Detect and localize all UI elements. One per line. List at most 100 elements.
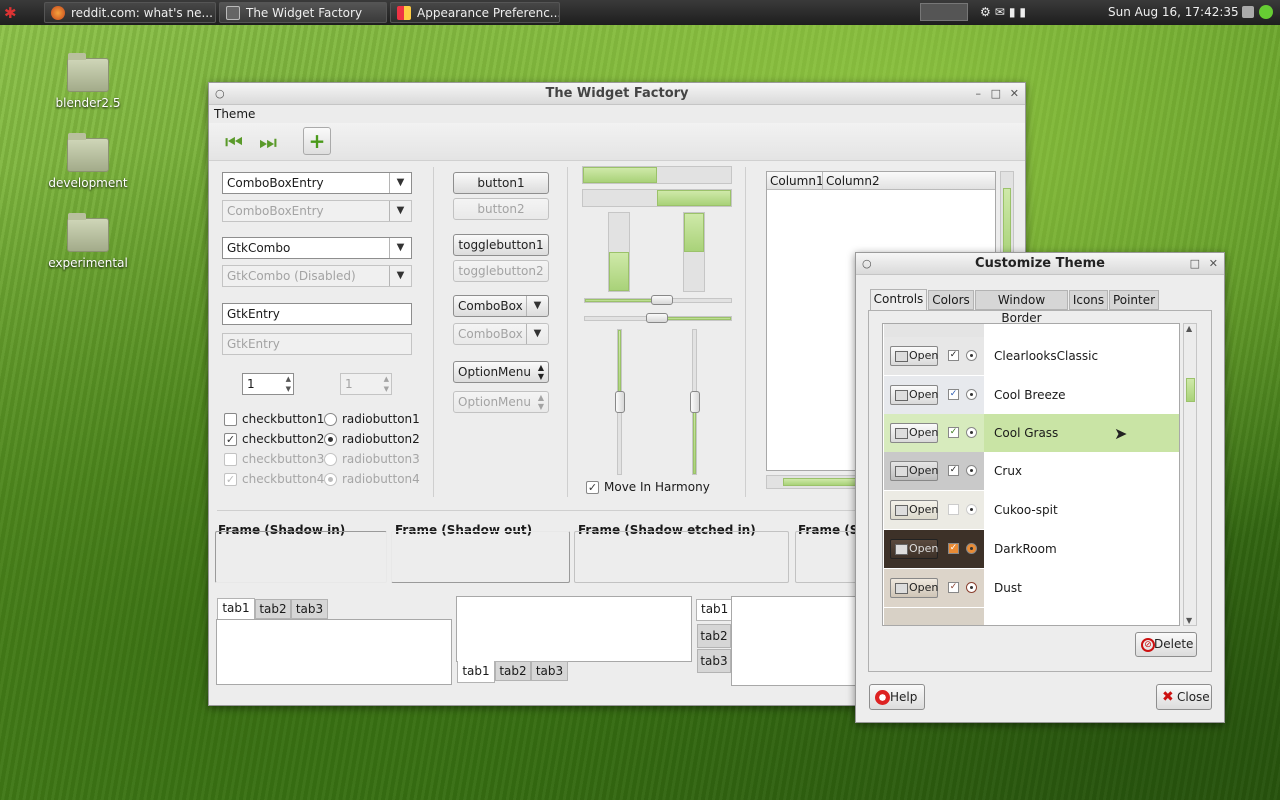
combobox[interactable]: ComboBox ▼ <box>453 295 549 317</box>
window-menu-icon[interactable]: ○ <box>215 83 225 105</box>
delete-button[interactable]: ⊘ Delete <box>1135 632 1197 657</box>
theme-row-crux[interactable]: Open ✓ Crux <box>884 452 1179 490</box>
scroll-up-icon[interactable]: ▲ <box>1186 324 1192 333</box>
tab-colors[interactable]: Colors <box>928 290 974 310</box>
folder-icon <box>67 213 109 252</box>
notebook1-tab2[interactable]: tab2 <box>255 599 291 619</box>
radiobutton2[interactable] <box>324 433 337 446</box>
theme-row-partial <box>884 608 1179 625</box>
gtkentry[interactable]: GtkEntry <box>222 303 412 325</box>
separator <box>433 167 434 497</box>
chevron-down-icon: ▼ <box>389 266 411 286</box>
scroll-down-icon[interactable]: ▼ <box>1186 616 1192 625</box>
optionmenu-disabled: OptionMenu ▲ ▼ <box>453 391 549 413</box>
workspace-switcher[interactable] <box>920 3 968 21</box>
notebook1-tab1[interactable]: tab1 <box>217 598 255 620</box>
checkbutton1[interactable] <box>224 413 237 426</box>
notebook3-tab2[interactable]: tab2 <box>697 624 731 648</box>
tab-pointer[interactable]: Pointer <box>1109 290 1159 310</box>
theme-row-cool-breeze[interactable]: Open ✓ Cool Breeze <box>884 376 1179 414</box>
tab-window-border[interactable]: Window Border <box>975 290 1068 325</box>
notebook1-page <box>216 619 452 685</box>
add-icon[interactable]: + <box>303 127 331 155</box>
close-button[interactable]: ✖ Close <box>1156 684 1212 710</box>
updown-icon[interactable]: ▲ ▼ <box>538 363 544 381</box>
menu-theme[interactable]: Theme <box>214 107 255 121</box>
combobox-disabled: ComboBox ▼ <box>453 323 549 345</box>
app-menu-icon[interactable]: ✱ <box>4 4 17 22</box>
chevron-down-icon[interactable]: ▼ <box>389 173 411 193</box>
tab-controls[interactable]: Controls <box>870 289 927 311</box>
column1-header[interactable]: Column1 <box>770 174 824 188</box>
comboboxentry[interactable]: ComboBoxEntry ▼ <box>222 172 412 194</box>
window-title: Customize Theme <box>975 256 1105 271</box>
column2-header[interactable]: Column2 <box>826 174 880 188</box>
hscale-2-handle[interactable] <box>646 313 668 323</box>
desktop-icon-experimental[interactable]: experimental <box>48 213 128 270</box>
window-icon <box>226 5 240 20</box>
hscale-1-handle[interactable] <box>651 295 673 305</box>
top-panel: ✱ reddit.com: what's ne... The Widget Fa… <box>0 0 1280 25</box>
hscale-fill <box>585 299 659 302</box>
go-first-icon[interactable]: ⏮ <box>225 132 243 152</box>
desktop-icon-development[interactable]: development <box>48 133 128 190</box>
notebook3-tab3[interactable]: tab3 <box>697 649 731 673</box>
updown-icon: ▲ ▼ <box>537 393 544 411</box>
spinbutton[interactable]: 1 ▲ ▼ <box>242 373 294 395</box>
status-icon[interactable] <box>1259 5 1273 19</box>
optionmenu[interactable]: OptionMenu ▲ ▼ <box>453 361 549 383</box>
treeview-header: Column1 Column2 <box>767 172 995 190</box>
progressbar-vertical-1 <box>608 212 630 292</box>
notebook3-tab1[interactable]: tab1 <box>696 599 732 621</box>
radiobutton1[interactable] <box>324 413 337 426</box>
checkbutton3 <box>224 453 237 466</box>
theme-row-clearlooksclassic[interactable]: Open ✓ ClearlooksClassic <box>884 337 1179 375</box>
theme-row-darkroom[interactable]: Open ✓ DarkRoom <box>884 530 1179 568</box>
help-button[interactable]: Help <box>869 684 925 710</box>
minimize-icon[interactable]: – <box>976 83 982 105</box>
theme-row-cukoo-spit[interactable]: Open Cukoo-spit <box>884 491 1179 529</box>
progressbar-vertical-2 <box>683 212 705 292</box>
scrollbar-thumb[interactable] <box>1003 188 1011 258</box>
scrollbar-thumb[interactable] <box>1186 378 1195 402</box>
close-icon[interactable]: ✕ <box>1209 253 1218 275</box>
maximize-icon[interactable]: □ <box>1190 253 1200 275</box>
task-widget-factory[interactable]: The Widget Factory <box>219 2 387 23</box>
task-appearance[interactable]: Appearance Preferenc... <box>390 2 560 23</box>
togglebutton1[interactable]: togglebutton1 <box>453 234 549 256</box>
chevron-down-icon[interactable]: ▼ <box>526 296 548 316</box>
radiobutton3-label: radiobutton3 <box>342 452 420 466</box>
desktop-icon-blender[interactable]: blender2.5 <box>48 53 128 110</box>
progress-fill <box>684 213 704 252</box>
maximize-icon[interactable]: □ <box>991 83 1001 105</box>
clock[interactable]: Sun Aug 16, 17:42:35 <box>1108 5 1239 19</box>
scrollbar-thumb[interactable] <box>783 478 863 486</box>
tab-icons[interactable]: Icons <box>1069 290 1108 310</box>
chevron-down-icon[interactable]: ▼ <box>389 238 411 258</box>
notebook1-tab3[interactable]: tab3 <box>291 599 328 619</box>
move-in-harmony-checkbox[interactable]: ✓ <box>586 481 599 494</box>
close-icon[interactable]: ✕ <box>1010 83 1019 105</box>
task-firefox[interactable]: reddit.com: what's ne... <box>44 2 216 23</box>
theme-list-scrollbar[interactable]: ▲ ▼ <box>1183 323 1197 626</box>
spin-arrows-icon: ▲ ▼ <box>383 375 389 393</box>
spin-arrows-icon[interactable]: ▲ ▼ <box>286 374 291 394</box>
button1[interactable]: button1 <box>453 172 549 194</box>
theme-row-dust[interactable]: Open ✓ Dust <box>884 569 1179 607</box>
theme-row-cool-grass[interactable]: Open ✓ Cool Grass ➤ <box>884 414 1179 452</box>
vscale-1-handle[interactable] <box>615 391 625 413</box>
titlebar[interactable]: ○ The Widget Factory – □ ✕ <box>209 83 1025 105</box>
titlebar[interactable]: ○ Customize Theme □ ✕ <box>856 253 1224 275</box>
frame-shadow-in <box>215 531 387 583</box>
gtkcombo[interactable]: GtkCombo ▼ <box>222 237 412 259</box>
theme-list[interactable]: Open ✓ ClearlooksClassic Open ✓ Cool Bre… <box>882 323 1180 626</box>
window-menu-icon[interactable]: ○ <box>862 253 872 275</box>
vscale-2-handle[interactable] <box>690 391 700 413</box>
user-icon[interactable] <box>1242 6 1254 18</box>
notebook2-tab2[interactable]: tab2 <box>495 661 531 681</box>
radiobutton1-label: radiobutton1 <box>342 412 420 426</box>
checkbutton2[interactable]: ✓ <box>224 433 237 446</box>
notebook2-tab3[interactable]: tab3 <box>531 661 568 681</box>
go-last-icon[interactable]: ⏭ <box>259 132 277 152</box>
notebook2-tab1[interactable]: tab1 <box>457 661 495 683</box>
